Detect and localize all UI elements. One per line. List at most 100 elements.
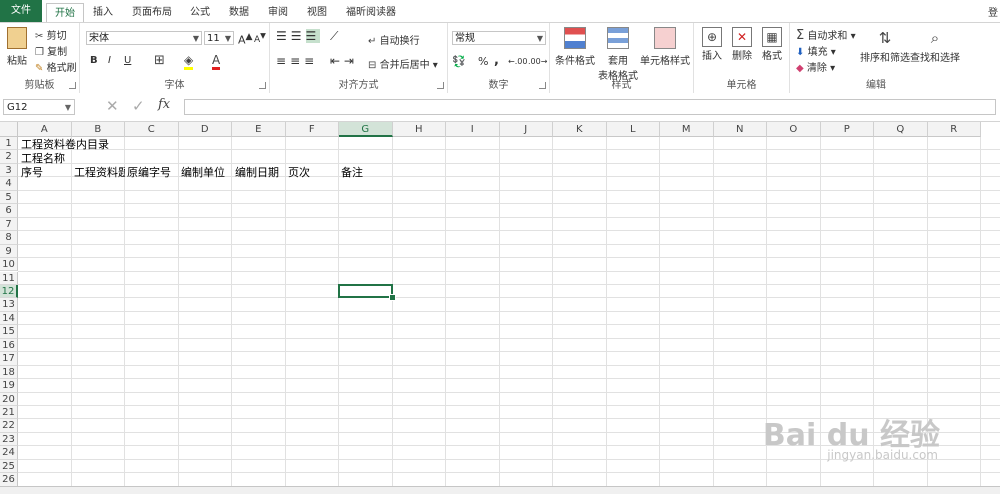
column-header-N[interactable]: N	[714, 122, 768, 137]
delete-cells-button[interactable]: ✕ 删除	[728, 27, 756, 62]
horizontal-align-buttons[interactable]: ≡≡≡	[276, 54, 318, 68]
percent-button[interactable]: %	[478, 55, 488, 68]
increase-decimal-button[interactable]: ←.00	[508, 57, 527, 66]
bold-button[interactable]: B	[90, 55, 98, 66]
tab-insert[interactable]: 插入	[85, 3, 121, 22]
column-header-P[interactable]: P	[821, 122, 875, 137]
fill-color-button[interactable]: ◈	[184, 53, 193, 70]
tab-review[interactable]: 审阅	[260, 3, 296, 22]
column-header-M[interactable]: M	[660, 122, 714, 137]
column-header-K[interactable]: K	[553, 122, 607, 137]
clipboard-launcher-icon[interactable]	[69, 82, 76, 89]
row-header-10[interactable]: 10	[0, 258, 18, 271]
column-header-G[interactable]: G	[339, 122, 393, 137]
font-name-select[interactable]: 宋体▼	[86, 31, 202, 45]
row-header-11[interactable]: 11	[0, 272, 18, 285]
name-box[interactable]: G12▼	[3, 99, 75, 115]
row-header-5[interactable]: 5	[0, 191, 18, 204]
tab-file[interactable]: 文件	[0, 0, 42, 22]
decrease-decimal-button[interactable]: .00→	[528, 57, 547, 66]
tab-page-layout[interactable]: 页面布局	[124, 3, 180, 22]
row-header-4[interactable]: 4	[0, 177, 18, 190]
row-header-15[interactable]: 15	[0, 325, 18, 338]
cell-D3[interactable]: 编制单位	[181, 166, 233, 179]
row-header-12[interactable]: 12	[0, 285, 18, 298]
spreadsheet-grid[interactable]: ABCDEFGHIJKLMNOPQR 123456789101112131415…	[0, 122, 1000, 486]
cell-B3[interactable]: 工程资料题名	[74, 166, 125, 179]
grow-font-button[interactable]: A▲	[238, 31, 253, 47]
paste-button[interactable]: 粘贴	[4, 27, 30, 67]
border-button[interactable]: ⊞	[154, 53, 165, 68]
formula-input[interactable]	[184, 99, 996, 115]
row-header-20[interactable]: 20	[0, 393, 18, 406]
row-header-3[interactable]: 3	[0, 164, 18, 177]
row-header-9[interactable]: 9	[0, 245, 18, 258]
row-header-7[interactable]: 7	[0, 218, 18, 231]
insert-function-button[interactable]: fx	[158, 97, 170, 112]
find-select-button[interactable]: ⌕ 查找和选择	[910, 27, 960, 64]
cell-A1[interactable]: 工程资料卷内目录	[21, 138, 141, 151]
row-header-24[interactable]: 24	[0, 446, 18, 459]
signin-link[interactable]: 登	[988, 4, 998, 19]
row-header-25[interactable]: 25	[0, 460, 18, 473]
row-header-21[interactable]: 21	[0, 406, 18, 419]
tab-home[interactable]: 开始	[46, 3, 84, 23]
cell-A3[interactable]: 序号	[21, 166, 73, 179]
clear-button[interactable]: ◆ 清除 ▾	[796, 59, 835, 74]
cell-C3[interactable]: 原编字号	[127, 166, 179, 179]
merge-center-button[interactable]: ⊟ 合并后居中 ▾	[368, 56, 438, 71]
column-header-A[interactable]: A	[18, 122, 72, 137]
font-launcher-icon[interactable]	[259, 82, 266, 89]
indent-buttons[interactable]: ⇤ ⇥	[330, 54, 354, 68]
column-header-J[interactable]: J	[500, 122, 554, 137]
row-header-23[interactable]: 23	[0, 433, 18, 446]
currency-button[interactable]: 💱	[452, 55, 466, 68]
cell-styles-button[interactable]: 单元格样式	[640, 27, 690, 67]
row-header-18[interactable]: 18	[0, 366, 18, 379]
column-header-F[interactable]: F	[286, 122, 340, 137]
active-cell-G12[interactable]	[338, 284, 393, 298]
row-header-16[interactable]: 16	[0, 339, 18, 352]
row-header-1[interactable]: 1	[0, 137, 18, 150]
sort-filter-button[interactable]: ⇅ 排序和筛选	[860, 27, 910, 64]
vertical-align-buttons[interactable]: ☰☰☰	[276, 29, 320, 43]
column-header-D[interactable]: D	[179, 122, 233, 137]
row-header-26[interactable]: 26	[0, 473, 18, 486]
column-header-B[interactable]: B	[72, 122, 126, 137]
number-launcher-icon[interactable]	[539, 82, 546, 89]
font-color-button[interactable]: A	[212, 53, 220, 70]
number-format-select[interactable]: 常规▼	[452, 31, 546, 45]
underline-button[interactable]: U	[124, 55, 131, 66]
insert-cells-button[interactable]: ⊕ 插入	[698, 27, 726, 62]
font-size-select[interactable]: 11▼	[204, 31, 234, 45]
tab-formulas[interactable]: 公式	[182, 3, 218, 22]
alignment-launcher-icon[interactable]	[437, 82, 444, 89]
column-header-H[interactable]: H	[393, 122, 447, 137]
row-header-22[interactable]: 22	[0, 419, 18, 432]
fill-button[interactable]: ⬇ 填充 ▾	[796, 43, 836, 58]
confirm-icon[interactable]: ✓	[132, 97, 145, 115]
column-header-O[interactable]: O	[767, 122, 821, 137]
row-header-2[interactable]: 2	[0, 150, 18, 163]
row-header-19[interactable]: 19	[0, 379, 18, 392]
row-header-17[interactable]: 17	[0, 352, 18, 365]
fill-handle[interactable]	[389, 294, 396, 301]
column-header-R[interactable]: R	[928, 122, 982, 137]
tab-data[interactable]: 数据	[221, 3, 257, 22]
format-cells-button[interactable]: ▦ 格式	[758, 27, 786, 62]
cell-G3[interactable]: 备注	[341, 166, 391, 179]
row-header-8[interactable]: 8	[0, 231, 18, 244]
cut-button[interactable]: ✂ 剪切	[35, 27, 67, 42]
cell-E3[interactable]: 编制日期	[235, 166, 287, 179]
column-header-I[interactable]: I	[446, 122, 500, 137]
format-as-table-button[interactable]: 套用 表格格式	[598, 27, 638, 82]
row-header-14[interactable]: 14	[0, 312, 18, 325]
select-all-corner[interactable]	[0, 122, 18, 137]
copy-button[interactable]: ❐ 复制	[35, 43, 67, 58]
tab-view[interactable]: 视图	[299, 3, 335, 22]
comma-button[interactable]: ,	[494, 53, 499, 68]
row-header-13[interactable]: 13	[0, 298, 18, 311]
italic-button[interactable]: I	[108, 55, 111, 66]
row-header-6[interactable]: 6	[0, 204, 18, 217]
conditional-format-button[interactable]: 条件格式	[554, 27, 596, 67]
